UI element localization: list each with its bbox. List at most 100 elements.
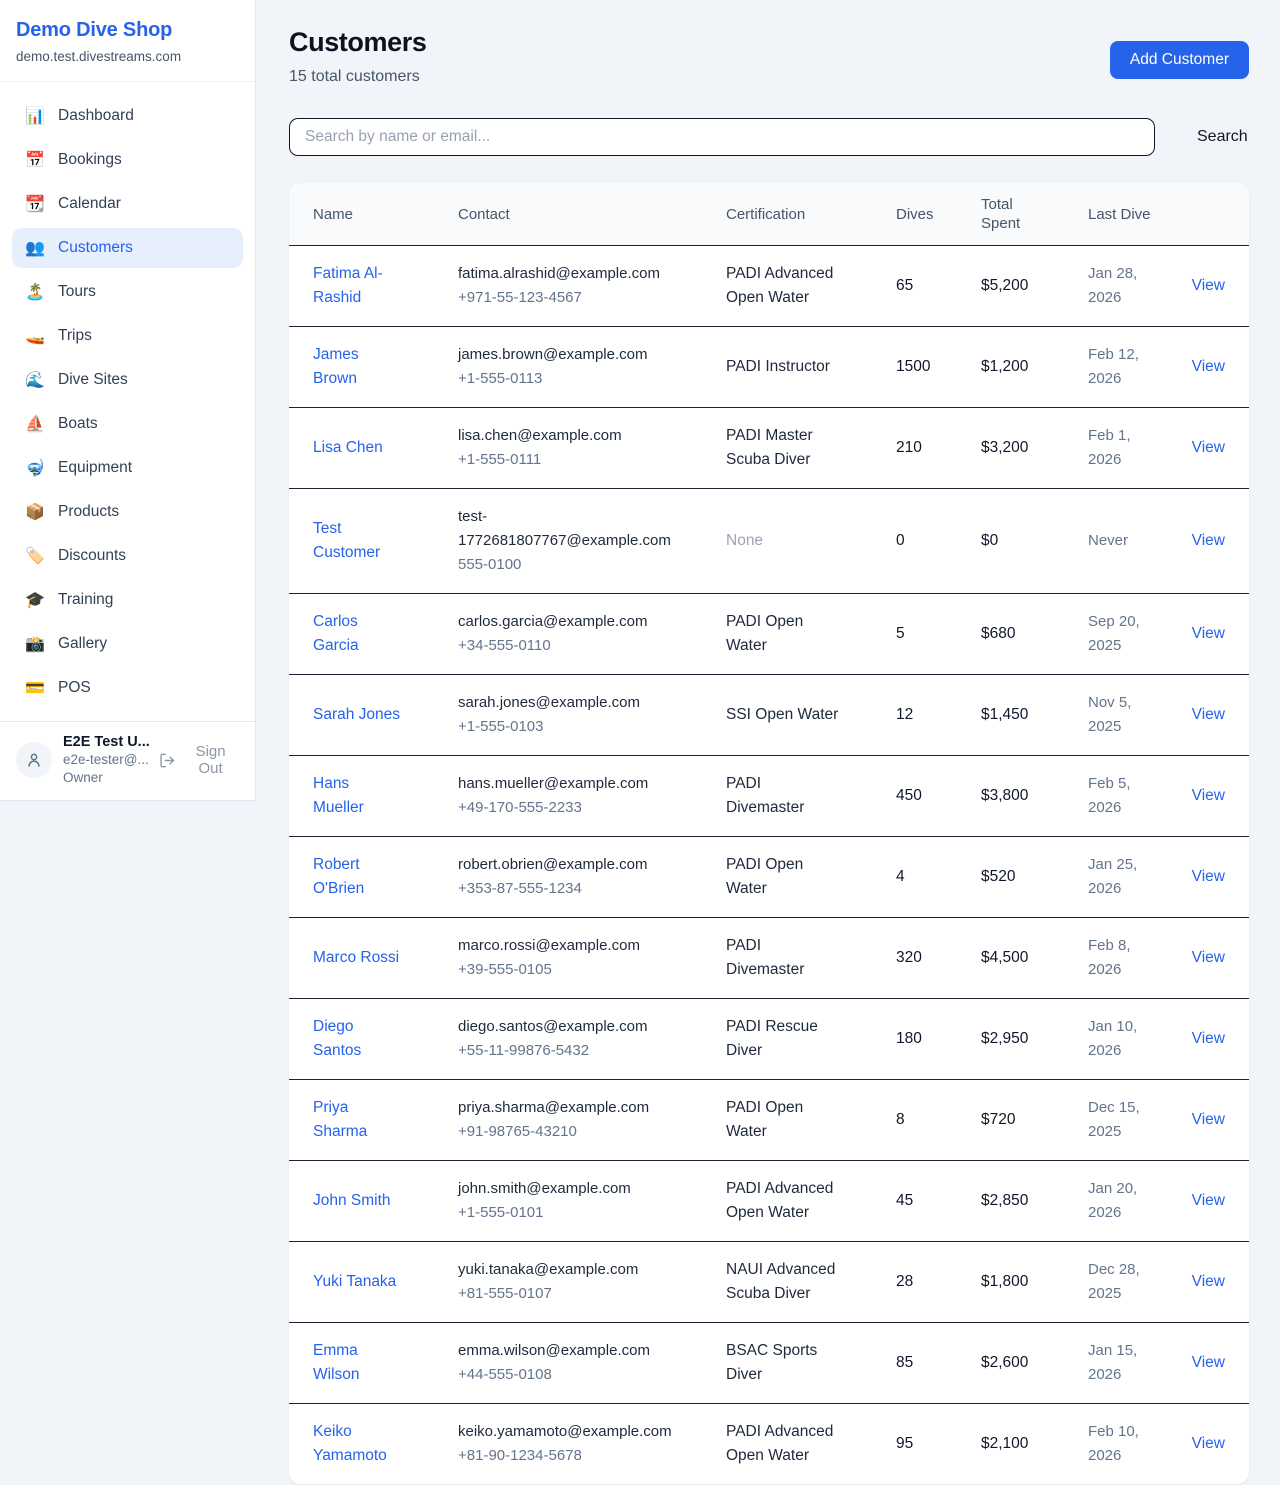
sailboat-icon: ⛵ bbox=[25, 414, 45, 434]
logout-icon bbox=[159, 752, 176, 769]
search-button[interactable]: Search bbox=[1197, 128, 1248, 146]
table-header-row: Name Contact Certification Dives Total S… bbox=[289, 183, 1249, 246]
customer-name-link[interactable]: Marco Rossi bbox=[313, 949, 399, 966]
view-customer-link[interactable]: View bbox=[1192, 1111, 1225, 1128]
sign-out-button[interactable]: Sign Out bbox=[159, 743, 239, 777]
sidebar-item-tours[interactable]: 🏝️ Tours bbox=[12, 272, 243, 312]
page-title: Customers bbox=[289, 27, 426, 58]
sidebar-item-pos[interactable]: 💳 POS bbox=[12, 668, 243, 708]
customer-dives: 0 bbox=[872, 489, 957, 594]
customer-name-link[interactable]: James Brown bbox=[313, 346, 359, 387]
customer-email: marco.rossi@example.com bbox=[458, 934, 668, 958]
main-content: Customers 15 total customers Add Custome… bbox=[256, 0, 1280, 1484]
customer-phone: +39-555-0105 bbox=[458, 958, 668, 982]
sidebar-item-label: Discounts bbox=[58, 547, 126, 565]
view-customer-link[interactable]: View bbox=[1192, 532, 1225, 549]
customer-total-spent: $2,850 bbox=[957, 1161, 1064, 1242]
customer-last-dive: Jan 25, 2026 bbox=[1064, 837, 1172, 918]
customer-email: emma.wilson@example.com bbox=[458, 1339, 668, 1363]
user-email: e2e-tester@... bbox=[63, 751, 148, 769]
view-customer-link[interactable]: View bbox=[1192, 1273, 1225, 1290]
view-customer-link[interactable]: View bbox=[1192, 358, 1225, 375]
view-customer-link[interactable]: View bbox=[1192, 1030, 1225, 1047]
view-customer-link[interactable]: View bbox=[1192, 868, 1225, 885]
view-customer-link[interactable]: View bbox=[1192, 625, 1225, 642]
table-row: Priya Sharma priya.sharma@example.com+91… bbox=[289, 1080, 1249, 1161]
sidebar-item-label: Boats bbox=[58, 415, 98, 433]
customer-total-spent: $3,800 bbox=[957, 756, 1064, 837]
customer-certification: NAUI Advanced Scuba Diver bbox=[702, 1242, 872, 1323]
customer-name-link[interactable]: Priya Sharma bbox=[313, 1099, 367, 1140]
sidebar-item-trips[interactable]: 🚤 Trips bbox=[12, 316, 243, 356]
customer-certification: PADI Divemaster bbox=[702, 918, 872, 999]
shop-domain: demo.test.divestreams.com bbox=[16, 49, 239, 64]
customer-name-link[interactable]: Sarah Jones bbox=[313, 706, 400, 723]
view-customer-link[interactable]: View bbox=[1192, 439, 1225, 456]
customer-name-link[interactable]: Yuki Tanaka bbox=[313, 1273, 396, 1290]
customers-table: Name Contact Certification Dives Total S… bbox=[289, 183, 1249, 1484]
table-row: Lisa Chen lisa.chen@example.com+1-555-01… bbox=[289, 408, 1249, 489]
view-customer-link[interactable]: View bbox=[1192, 277, 1225, 294]
customer-phone: +49-170-555-2233 bbox=[458, 796, 668, 820]
view-customer-link[interactable]: View bbox=[1192, 1354, 1225, 1371]
customer-phone: +81-555-0107 bbox=[458, 1282, 668, 1306]
sidebar-item-label: Tours bbox=[58, 283, 96, 301]
customer-dives: 210 bbox=[872, 408, 957, 489]
total-customers-count: 15 total customers bbox=[289, 68, 426, 86]
view-customer-link[interactable]: View bbox=[1192, 1435, 1225, 1452]
search-input[interactable] bbox=[289, 118, 1155, 156]
tag-icon: 🏷️ bbox=[25, 546, 45, 566]
view-customer-link[interactable]: View bbox=[1192, 949, 1225, 966]
customer-last-dive: Feb 12, 2026 bbox=[1064, 327, 1172, 408]
customer-last-dive: Feb 10, 2026 bbox=[1064, 1404, 1172, 1485]
table-row: Test Customer test-1772681807767@example… bbox=[289, 489, 1249, 594]
customer-email: test-1772681807767@example.com bbox=[458, 505, 668, 553]
customer-name-link[interactable]: Hans Mueller bbox=[313, 775, 364, 816]
add-customer-button[interactable]: Add Customer bbox=[1110, 41, 1249, 79]
customer-email: hans.mueller@example.com bbox=[458, 772, 668, 796]
customer-certification: None bbox=[702, 489, 872, 594]
customer-name-link[interactable]: Lisa Chen bbox=[313, 439, 383, 456]
table-row: Hans Mueller hans.mueller@example.com+49… bbox=[289, 756, 1249, 837]
customer-name-link[interactable]: Keiko Yamamoto bbox=[313, 1423, 387, 1464]
customer-last-dive: Feb 1, 2026 bbox=[1064, 408, 1172, 489]
sidebar-item-calendar[interactable]: 📆 Calendar bbox=[12, 184, 243, 224]
sidebar-item-training[interactable]: 🎓 Training bbox=[12, 580, 243, 620]
customer-name-link[interactable]: John Smith bbox=[313, 1192, 391, 1209]
customer-total-spent: $2,600 bbox=[957, 1323, 1064, 1404]
table-row: Emma Wilson emma.wilson@example.com+44-5… bbox=[289, 1323, 1249, 1404]
view-customer-link[interactable]: View bbox=[1192, 1192, 1225, 1209]
sidebar-item-products[interactable]: 📦 Products bbox=[12, 492, 243, 532]
table-row: Marco Rossi marco.rossi@example.com+39-5… bbox=[289, 918, 1249, 999]
customer-phone: 555-0100 bbox=[458, 553, 668, 577]
customer-dives: 65 bbox=[872, 246, 957, 327]
customer-total-spent: $1,200 bbox=[957, 327, 1064, 408]
sidebar-item-label: Bookings bbox=[58, 151, 122, 169]
customer-name-link[interactable]: Robert O'Brien bbox=[313, 856, 364, 897]
view-customer-link[interactable]: View bbox=[1192, 706, 1225, 723]
customer-phone: +1-555-0101 bbox=[458, 1201, 668, 1225]
sidebar-item-gallery[interactable]: 📸 Gallery bbox=[12, 624, 243, 664]
customer-name-link[interactable]: Fatima Al-Rashid bbox=[313, 265, 383, 306]
sidebar-header: Demo Dive Shop demo.test.divestreams.com bbox=[0, 0, 255, 82]
sidebar-item-label: Trips bbox=[58, 327, 92, 345]
customer-certification: SSI Open Water bbox=[702, 675, 872, 756]
view-customer-link[interactable]: View bbox=[1192, 787, 1225, 804]
sidebar-item-customers[interactable]: 👥 Customers bbox=[12, 228, 243, 268]
sidebar-item-discounts[interactable]: 🏷️ Discounts bbox=[12, 536, 243, 576]
tear-off-calendar-icon: 📆 bbox=[25, 194, 45, 214]
customer-name-link[interactable]: Diego Santos bbox=[313, 1018, 361, 1059]
customer-name-link[interactable]: Emma Wilson bbox=[313, 1342, 360, 1383]
customer-name-link[interactable]: Carlos Garcia bbox=[313, 613, 359, 654]
sidebar-item-label: POS bbox=[58, 679, 91, 697]
customer-name-link[interactable]: Test Customer bbox=[313, 520, 380, 561]
sidebar-item-dashboard[interactable]: 📊 Dashboard bbox=[12, 96, 243, 136]
sidebar-item-dive-sites[interactable]: 🌊 Dive Sites bbox=[12, 360, 243, 400]
table-row: Carlos Garcia carlos.garcia@example.com+… bbox=[289, 594, 1249, 675]
sidebar-item-bookings[interactable]: 📅 Bookings bbox=[12, 140, 243, 180]
customer-dives: 8 bbox=[872, 1080, 957, 1161]
customer-email: diego.santos@example.com bbox=[458, 1015, 668, 1039]
customer-dives: 450 bbox=[872, 756, 957, 837]
sidebar-item-boats[interactable]: ⛵ Boats bbox=[12, 404, 243, 444]
sidebar-item-equipment[interactable]: 🤿 Equipment bbox=[12, 448, 243, 488]
